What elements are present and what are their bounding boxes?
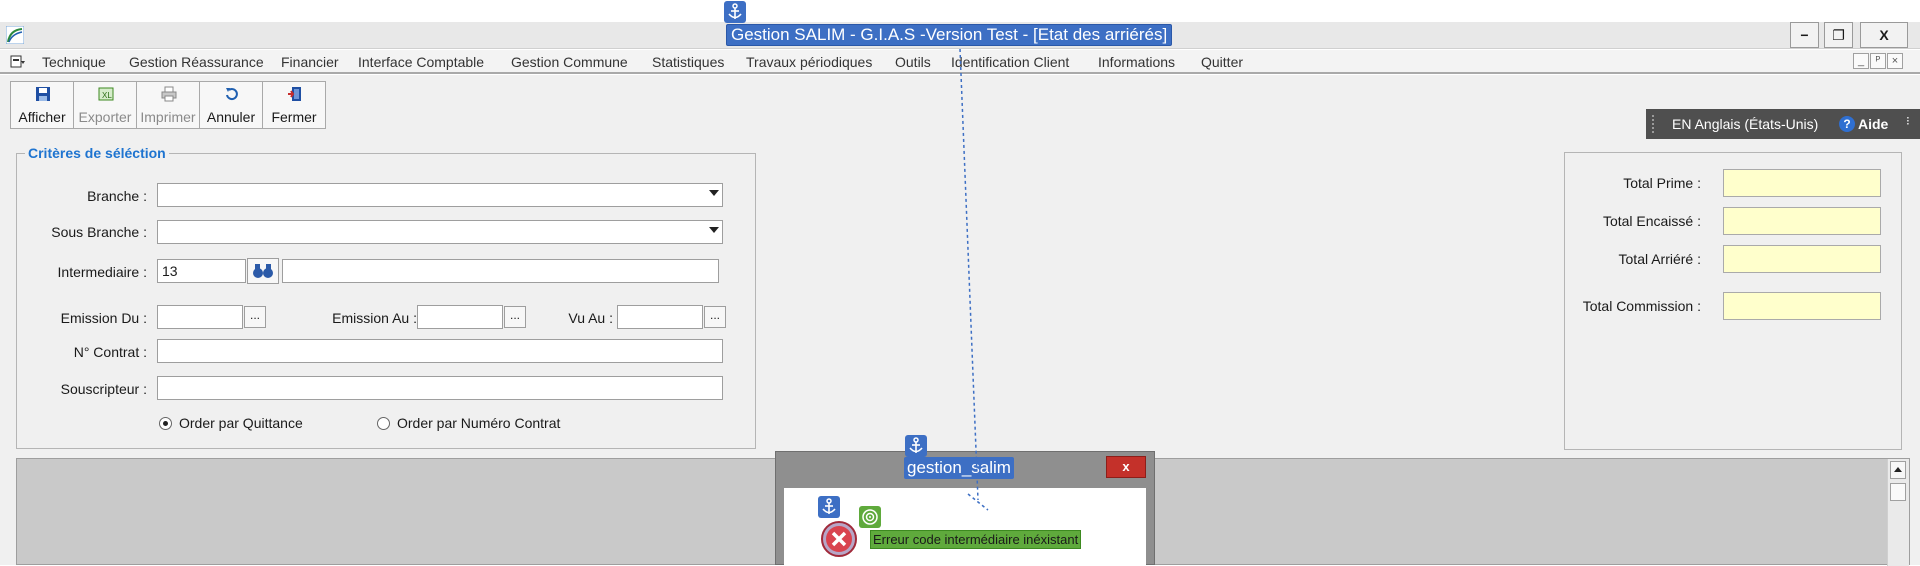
fermer-button[interactable]: Fermer (262, 81, 326, 129)
sous-branche-combo[interactable] (157, 220, 723, 244)
error-dialog: gestion_salim x Erreur code intermédiair… (775, 435, 1155, 566)
exporter-button[interactable]: XL Exporter (73, 81, 137, 129)
vertical-scrollbar[interactable] (1887, 459, 1909, 566)
language-bar: EN Anglais (États-Unis) ? Aide ⁝ (1646, 109, 1920, 139)
souscripteur-label: Souscripteur : (60, 381, 147, 397)
emission-du-picker-button[interactable]: ... (244, 306, 266, 328)
target-icon (859, 506, 881, 528)
emission-du-input[interactable] (157, 305, 243, 329)
error-message: Erreur code intermédiaire inéxistant (870, 530, 1082, 549)
scroll-up-button[interactable] (1890, 461, 1906, 479)
sous-branche-label: Sous Branche : (51, 224, 147, 240)
chevron-up-icon (1894, 467, 1902, 472)
menu-app-icon[interactable] (10, 55, 26, 69)
scroll-thumb[interactable] (1890, 483, 1906, 501)
emission-au-picker-button[interactable]: ... (504, 306, 526, 328)
branche-label: Branche : (87, 188, 147, 204)
menu-bar: Technique Gestion Réassurance Financier … (0, 50, 1920, 74)
vu-au-picker-button[interactable]: ... (704, 306, 726, 328)
language-options-icon[interactable]: ⁝ (1906, 114, 1910, 128)
criteria-legend: Critères de séléction (25, 145, 169, 161)
language-indicator[interactable]: EN Anglais (États-Unis) (1672, 116, 1818, 132)
menu-technique[interactable]: Technique (42, 54, 106, 70)
window-title: Gestion SALIM - G.I.A.S -Version Test - … (726, 24, 1173, 46)
excel-icon: XL (98, 87, 114, 101)
total-commission-label: Total Commission : (1582, 298, 1701, 314)
anchor-icon (818, 496, 840, 518)
order-contrat-label[interactable]: Order par Numéro Contrat (397, 415, 560, 431)
menu-interface-comptable[interactable]: Interface Comptable (358, 54, 484, 70)
total-prime-label: Total Prime : (1623, 175, 1701, 191)
menu-outils[interactable]: Outils (895, 54, 931, 70)
contrat-label: N° Contrat : (73, 344, 147, 360)
chevron-down-icon (709, 190, 719, 196)
menu-gestion-commune[interactable]: Gestion Commune (511, 54, 628, 70)
dialog-body: Erreur code intermédiaire inéxistant (784, 488, 1146, 566)
afficher-label: Afficher (18, 109, 66, 125)
total-encaisse-label: Total Encaissé : (1602, 213, 1701, 229)
refresh-icon (226, 88, 238, 101)
criteria-group: Critères de séléction Branche : Sous Bra… (16, 145, 756, 449)
emission-du-label: Emission Du : (60, 310, 147, 326)
order-contrat-radio[interactable] (377, 417, 390, 430)
intermediaire-name-input[interactable] (282, 259, 719, 283)
menu-travaux-periodiques[interactable]: Travaux périodiques (746, 54, 872, 70)
order-quittance-label[interactable]: Order par Quittance (179, 415, 303, 431)
fermer-label: Fermer (271, 109, 317, 125)
mdi-minimize-button[interactable]: _ (1853, 53, 1869, 69)
annuler-label: Annuler (206, 109, 256, 125)
close-button[interactable]: X (1860, 22, 1908, 48)
exit-door-icon (288, 87, 301, 101)
intermediaire-code-input[interactable]: 13 (157, 259, 246, 283)
afficher-button[interactable]: Afficher (10, 81, 74, 129)
restore-button[interactable]: ❐ (1824, 22, 1853, 48)
branche-combo[interactable] (157, 183, 723, 207)
total-prime-field (1723, 169, 1881, 197)
dialog-close-button[interactable]: x (1106, 456, 1146, 478)
app-logo-icon (6, 26, 24, 44)
total-arriere-field (1723, 245, 1881, 273)
menu-identification-client[interactable]: Identification Client (951, 54, 1069, 70)
intermediaire-label: Intermediaire : (57, 264, 147, 280)
chevron-down-icon (709, 227, 719, 233)
anchor-icon (905, 435, 927, 457)
order-quittance-radio[interactable] (159, 417, 172, 430)
total-arriere-label: Total Arriéré : (1618, 251, 1701, 267)
imprimer-label: Imprimer (140, 109, 196, 125)
mdi-restore-button[interactable]: ᴾ (1870, 53, 1886, 69)
annuler-button[interactable]: Annuler (199, 81, 263, 129)
menu-gestion-reassurance[interactable]: Gestion Réassurance (129, 54, 264, 70)
help-icon: ? (1839, 116, 1855, 132)
printer-icon (161, 86, 177, 102)
souscripteur-input[interactable] (157, 376, 723, 400)
menu-financier[interactable]: Financier (281, 54, 339, 70)
svg-text:XL: XL (102, 91, 112, 100)
save-icon (36, 87, 50, 101)
menu-informations[interactable]: Informations (1098, 54, 1175, 70)
dialog-title: gestion_salim (904, 457, 1014, 479)
contrat-input[interactable] (157, 339, 723, 363)
menu-statistiques[interactable]: Statistiques (652, 54, 724, 70)
main-area: Afficher XL Exporter Imprimer Annuler Fe… (0, 75, 1920, 566)
anchor-icon (724, 1, 746, 23)
emission-au-input[interactable] (417, 305, 503, 329)
title-bar: Gestion SALIM - G.I.A.S -Version Test - … (0, 22, 1920, 49)
intermediaire-search-button[interactable] (247, 258, 279, 284)
help-button[interactable]: Aide (1858, 116, 1888, 132)
error-icon (821, 521, 857, 557)
toolbar: Afficher XL Exporter Imprimer Annuler Fe… (10, 81, 326, 129)
grip-icon (1652, 115, 1662, 133)
totals-panel: Total Prime : Total Encaissé : Total Arr… (1564, 152, 1902, 450)
minimize-button[interactable]: − (1790, 22, 1819, 48)
imprimer-button[interactable]: Imprimer (136, 81, 200, 129)
vu-au-label: Vu Au : (568, 310, 613, 326)
emission-au-label: Emission Au : (332, 310, 417, 326)
mdi-close-button[interactable]: × (1887, 53, 1903, 69)
vu-au-input[interactable] (617, 305, 703, 329)
binoculars-icon (253, 264, 273, 278)
exporter-label: Exporter (78, 109, 132, 125)
total-commission-field (1723, 292, 1881, 320)
total-encaisse-field (1723, 207, 1881, 235)
menu-quitter[interactable]: Quitter (1201, 54, 1243, 70)
